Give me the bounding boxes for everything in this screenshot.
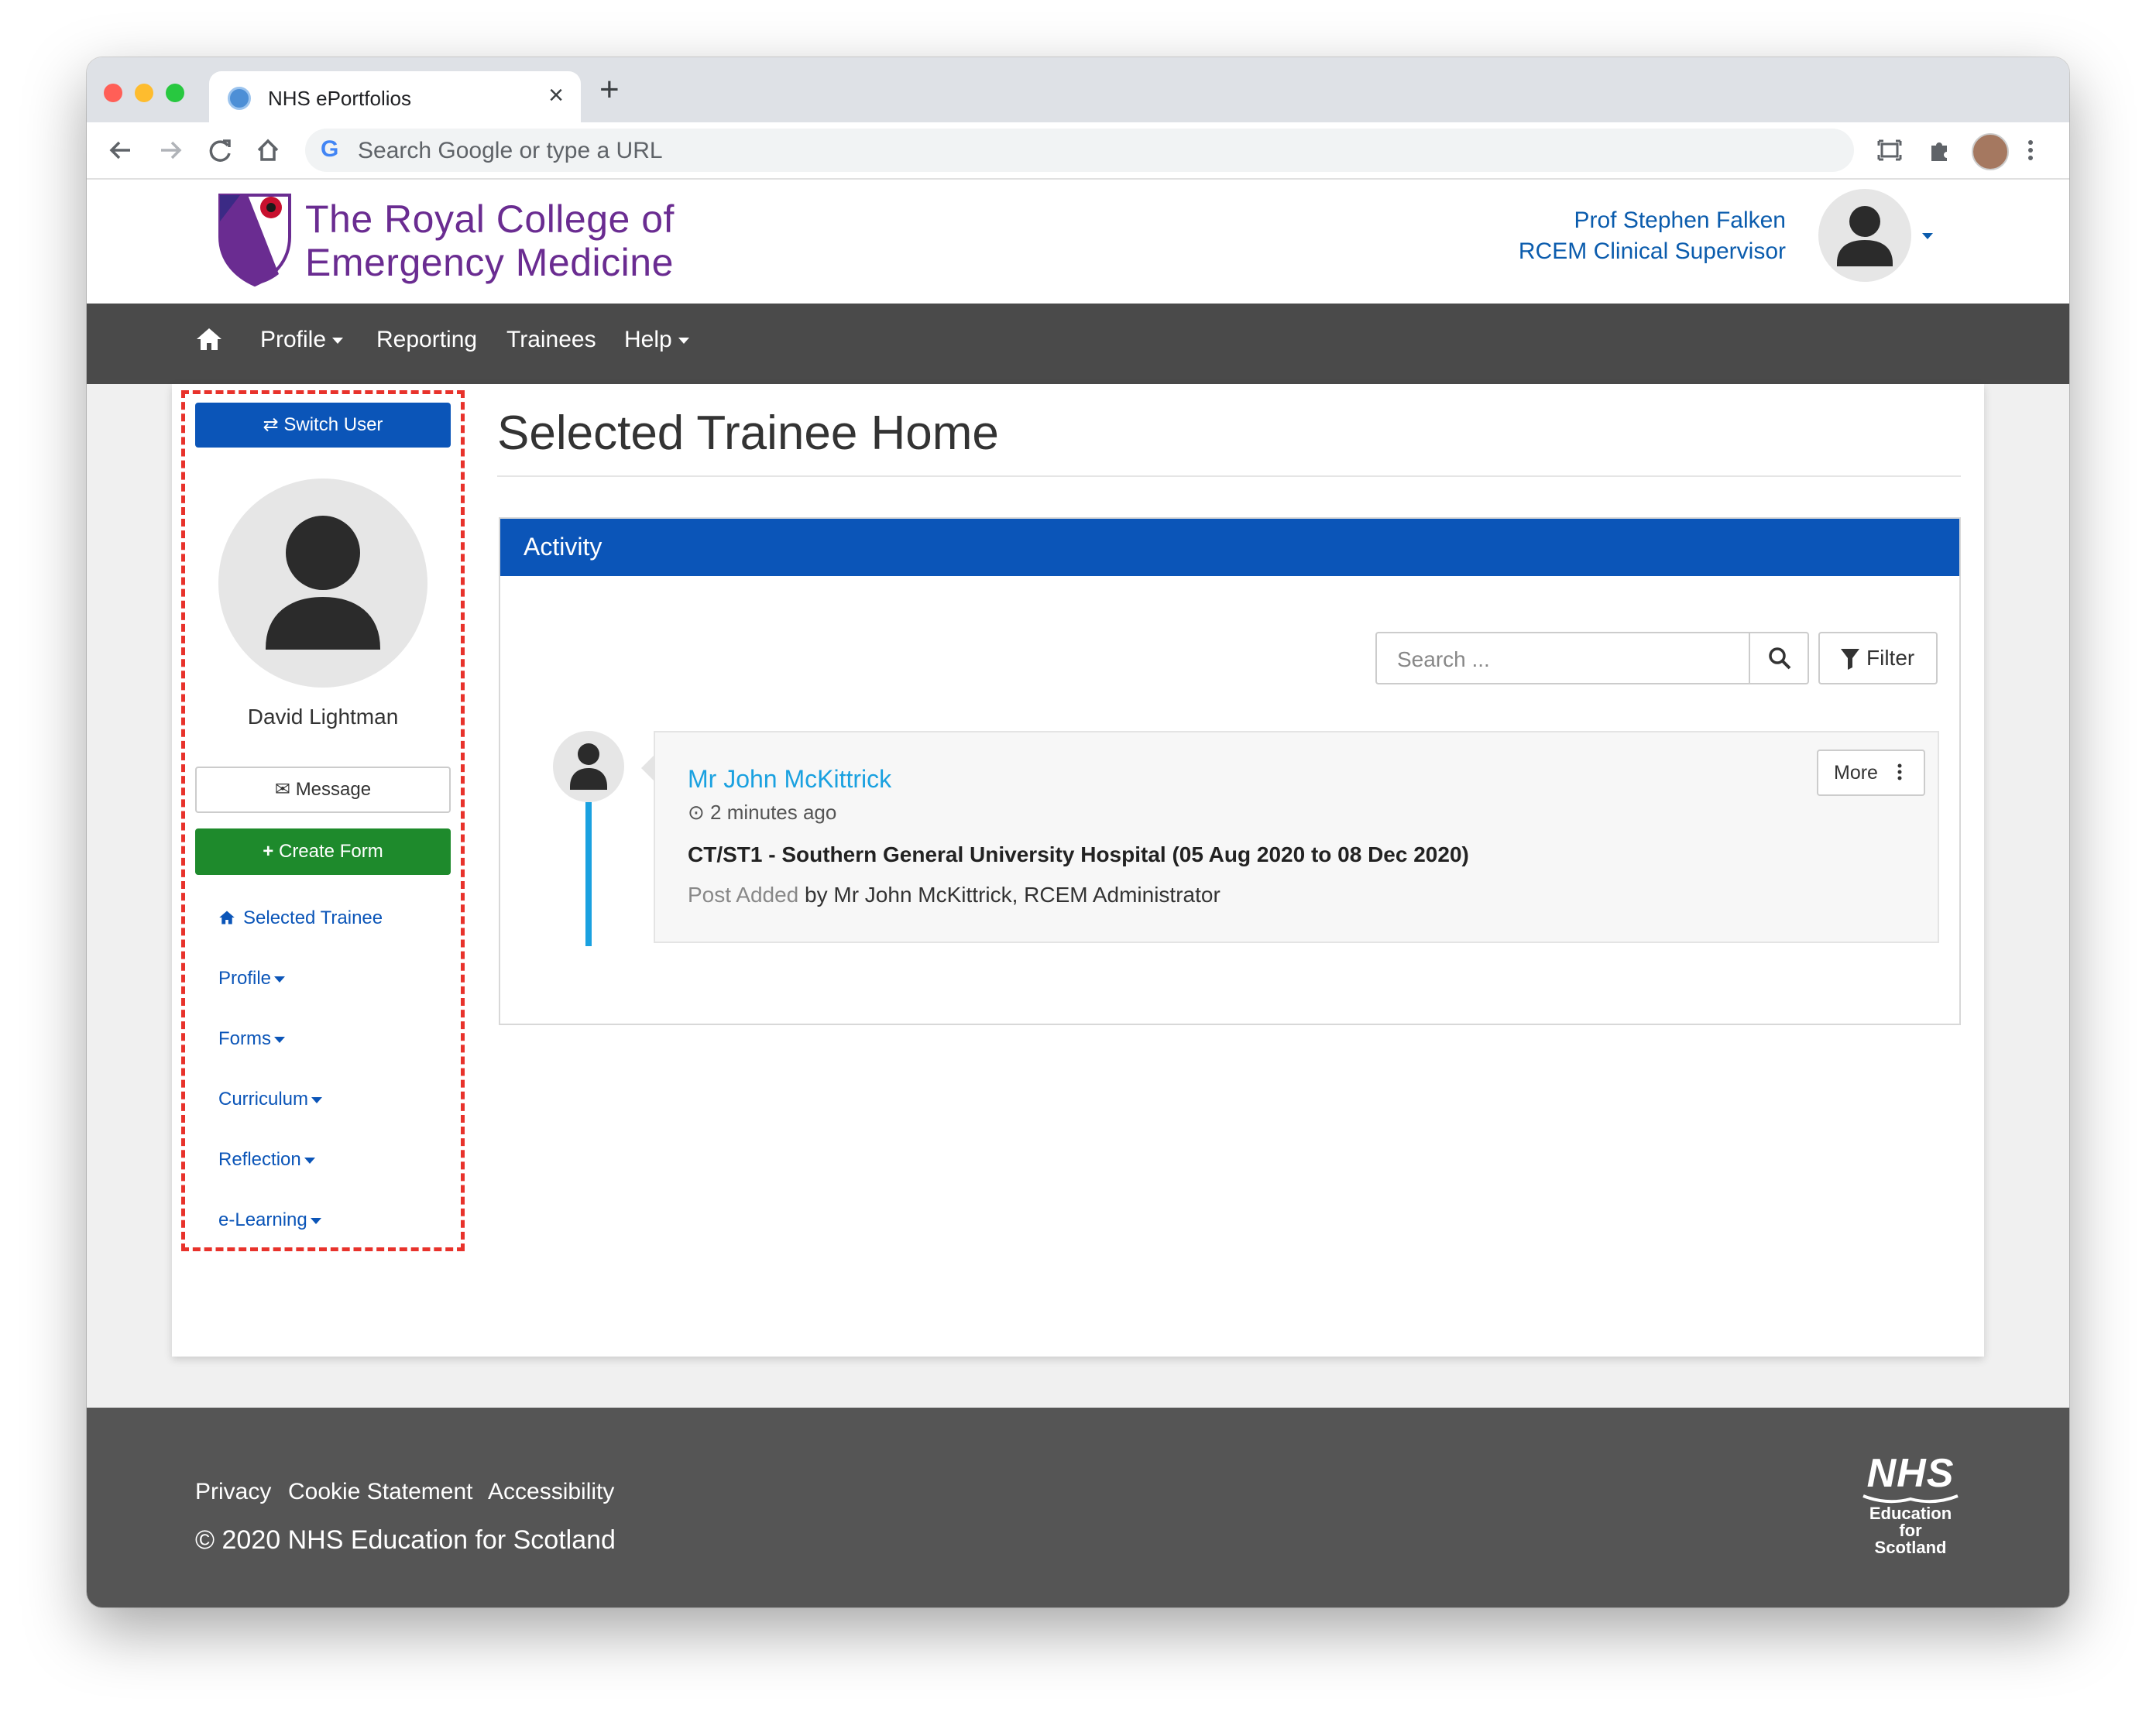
activity-user-link[interactable]: Mr John McKittrick bbox=[688, 765, 891, 794]
browser-tab[interactable]: NHS ePortfolios × bbox=[209, 71, 581, 122]
screenshot-icon[interactable] bbox=[1876, 132, 1904, 178]
timeline-line bbox=[585, 802, 592, 946]
close-window-button[interactable] bbox=[104, 84, 122, 102]
nhs-logo-text: NHS bbox=[1866, 1451, 1955, 1496]
nav-home-icon[interactable] bbox=[195, 325, 223, 359]
nav-trainees[interactable]: Trainees bbox=[506, 327, 596, 353]
minimize-window-button[interactable] bbox=[135, 84, 153, 102]
more-label: More bbox=[1834, 762, 1878, 784]
browser-profile-avatar[interactable] bbox=[1972, 133, 2009, 170]
browser-menu-icon[interactable] bbox=[2023, 132, 2038, 178]
filter-button[interactable]: Filter bbox=[1818, 632, 1938, 684]
nhs-favicon-icon bbox=[228, 87, 251, 110]
footer-cookie-link[interactable]: Cookie Statement bbox=[288, 1479, 472, 1505]
extensions-icon[interactable] bbox=[1925, 132, 1953, 178]
site-header: The Royal College of Emergency Medicine … bbox=[87, 180, 2069, 304]
activity-description: Post Added by Mr John McKittrick, RCEM A… bbox=[688, 883, 1220, 907]
activity-action: Post Added bbox=[688, 883, 799, 907]
address-placeholder: Search Google or type a URL bbox=[358, 138, 663, 163]
activity-time: ⊙ 2 minutes ago bbox=[688, 801, 837, 824]
maximize-window-button[interactable] bbox=[166, 84, 184, 102]
rcem-shield-logo-icon[interactable] bbox=[217, 190, 293, 292]
nhs-logo-line2: for bbox=[1899, 1521, 1922, 1540]
title-divider bbox=[497, 475, 1961, 477]
logo-text-line2: Emergency Medicine bbox=[305, 241, 674, 284]
home-icon[interactable] bbox=[254, 132, 282, 178]
footer-accessibility-link[interactable]: Accessibility bbox=[488, 1479, 614, 1505]
google-icon: G bbox=[321, 136, 339, 162]
activity-panel: Activity Search ... Filter Mr John McKit… bbox=[499, 517, 1961, 1025]
back-icon[interactable] bbox=[107, 132, 135, 178]
new-tab-button[interactable]: + bbox=[599, 73, 620, 107]
nav-profile[interactable]: Profile bbox=[260, 327, 344, 353]
more-button[interactable]: More bbox=[1817, 750, 1925, 796]
search-button[interactable] bbox=[1749, 632, 1809, 684]
filter-label: Filter bbox=[1866, 646, 1915, 670]
activity-panel-header: Activity bbox=[500, 519, 1959, 576]
user-role[interactable]: RCEM Clinical Supervisor bbox=[1519, 238, 1786, 265]
reload-icon[interactable] bbox=[206, 132, 234, 178]
main-navbar: Profile Reporting Trainees Help bbox=[87, 304, 2069, 384]
browser-window: NHS ePortfolios × + G Search Google or t… bbox=[87, 57, 2069, 1607]
activity-avatar bbox=[553, 731, 624, 802]
search-icon bbox=[1767, 646, 1792, 674]
nhs-logo-line3: Scotland bbox=[1874, 1538, 1947, 1557]
activity-panel-title: Activity bbox=[524, 533, 603, 561]
user-name[interactable]: Prof Stephen Falken bbox=[1574, 208, 1786, 234]
vertical-ellipsis-icon bbox=[1896, 760, 1904, 789]
search-placeholder: Search ... bbox=[1397, 647, 1490, 671]
footer-privacy-link[interactable]: Privacy bbox=[195, 1479, 271, 1505]
tab-close-icon[interactable]: × bbox=[548, 81, 564, 111]
forward-icon[interactable] bbox=[156, 132, 184, 178]
footer-copyright: © 2020 NHS Education for Scotland bbox=[195, 1525, 616, 1555]
address-bar[interactable]: G Search Google or type a URL bbox=[305, 129, 1854, 172]
sidebar-highlight-box bbox=[181, 390, 465, 1251]
tab-strip: NHS ePortfolios × + bbox=[87, 57, 2069, 122]
logo-text-line1: The Royal College of bbox=[305, 197, 675, 241]
nhs-education-scotland-logo: NHS Education for Scotland bbox=[1852, 1453, 1969, 1556]
user-avatar[interactable] bbox=[1818, 189, 1911, 282]
card-pointer bbox=[641, 756, 654, 780]
user-menu-caret-icon[interactable] bbox=[1922, 229, 1933, 243]
nav-help[interactable]: Help bbox=[624, 327, 689, 353]
site-footer: Privacy Cookie Statement Accessibility ©… bbox=[87, 1408, 2069, 1607]
page-title: Selected Trainee Home bbox=[497, 406, 999, 460]
activity-search-input[interactable]: Search ... bbox=[1375, 632, 1750, 684]
clock-icon: ⊙ bbox=[688, 801, 705, 824]
activity-by: by Mr John McKittrick, RCEM Administrato… bbox=[798, 883, 1220, 907]
activity-post-title: CT/ST1 - Southern General University Hos… bbox=[688, 842, 1469, 866]
browser-toolbar: G Search Google or type a URL bbox=[87, 122, 2069, 180]
activity-card: Mr John McKittrick ⊙ 2 minutes ago CT/ST… bbox=[654, 731, 1939, 943]
filter-icon bbox=[1840, 647, 1860, 676]
nhs-logo-line1: Education bbox=[1869, 1504, 1952, 1523]
chevron-down-icon bbox=[332, 338, 344, 345]
tab-title: NHS ePortfolios bbox=[268, 87, 411, 110]
chevron-down-icon bbox=[678, 338, 689, 345]
nav-reporting[interactable]: Reporting bbox=[376, 327, 477, 353]
